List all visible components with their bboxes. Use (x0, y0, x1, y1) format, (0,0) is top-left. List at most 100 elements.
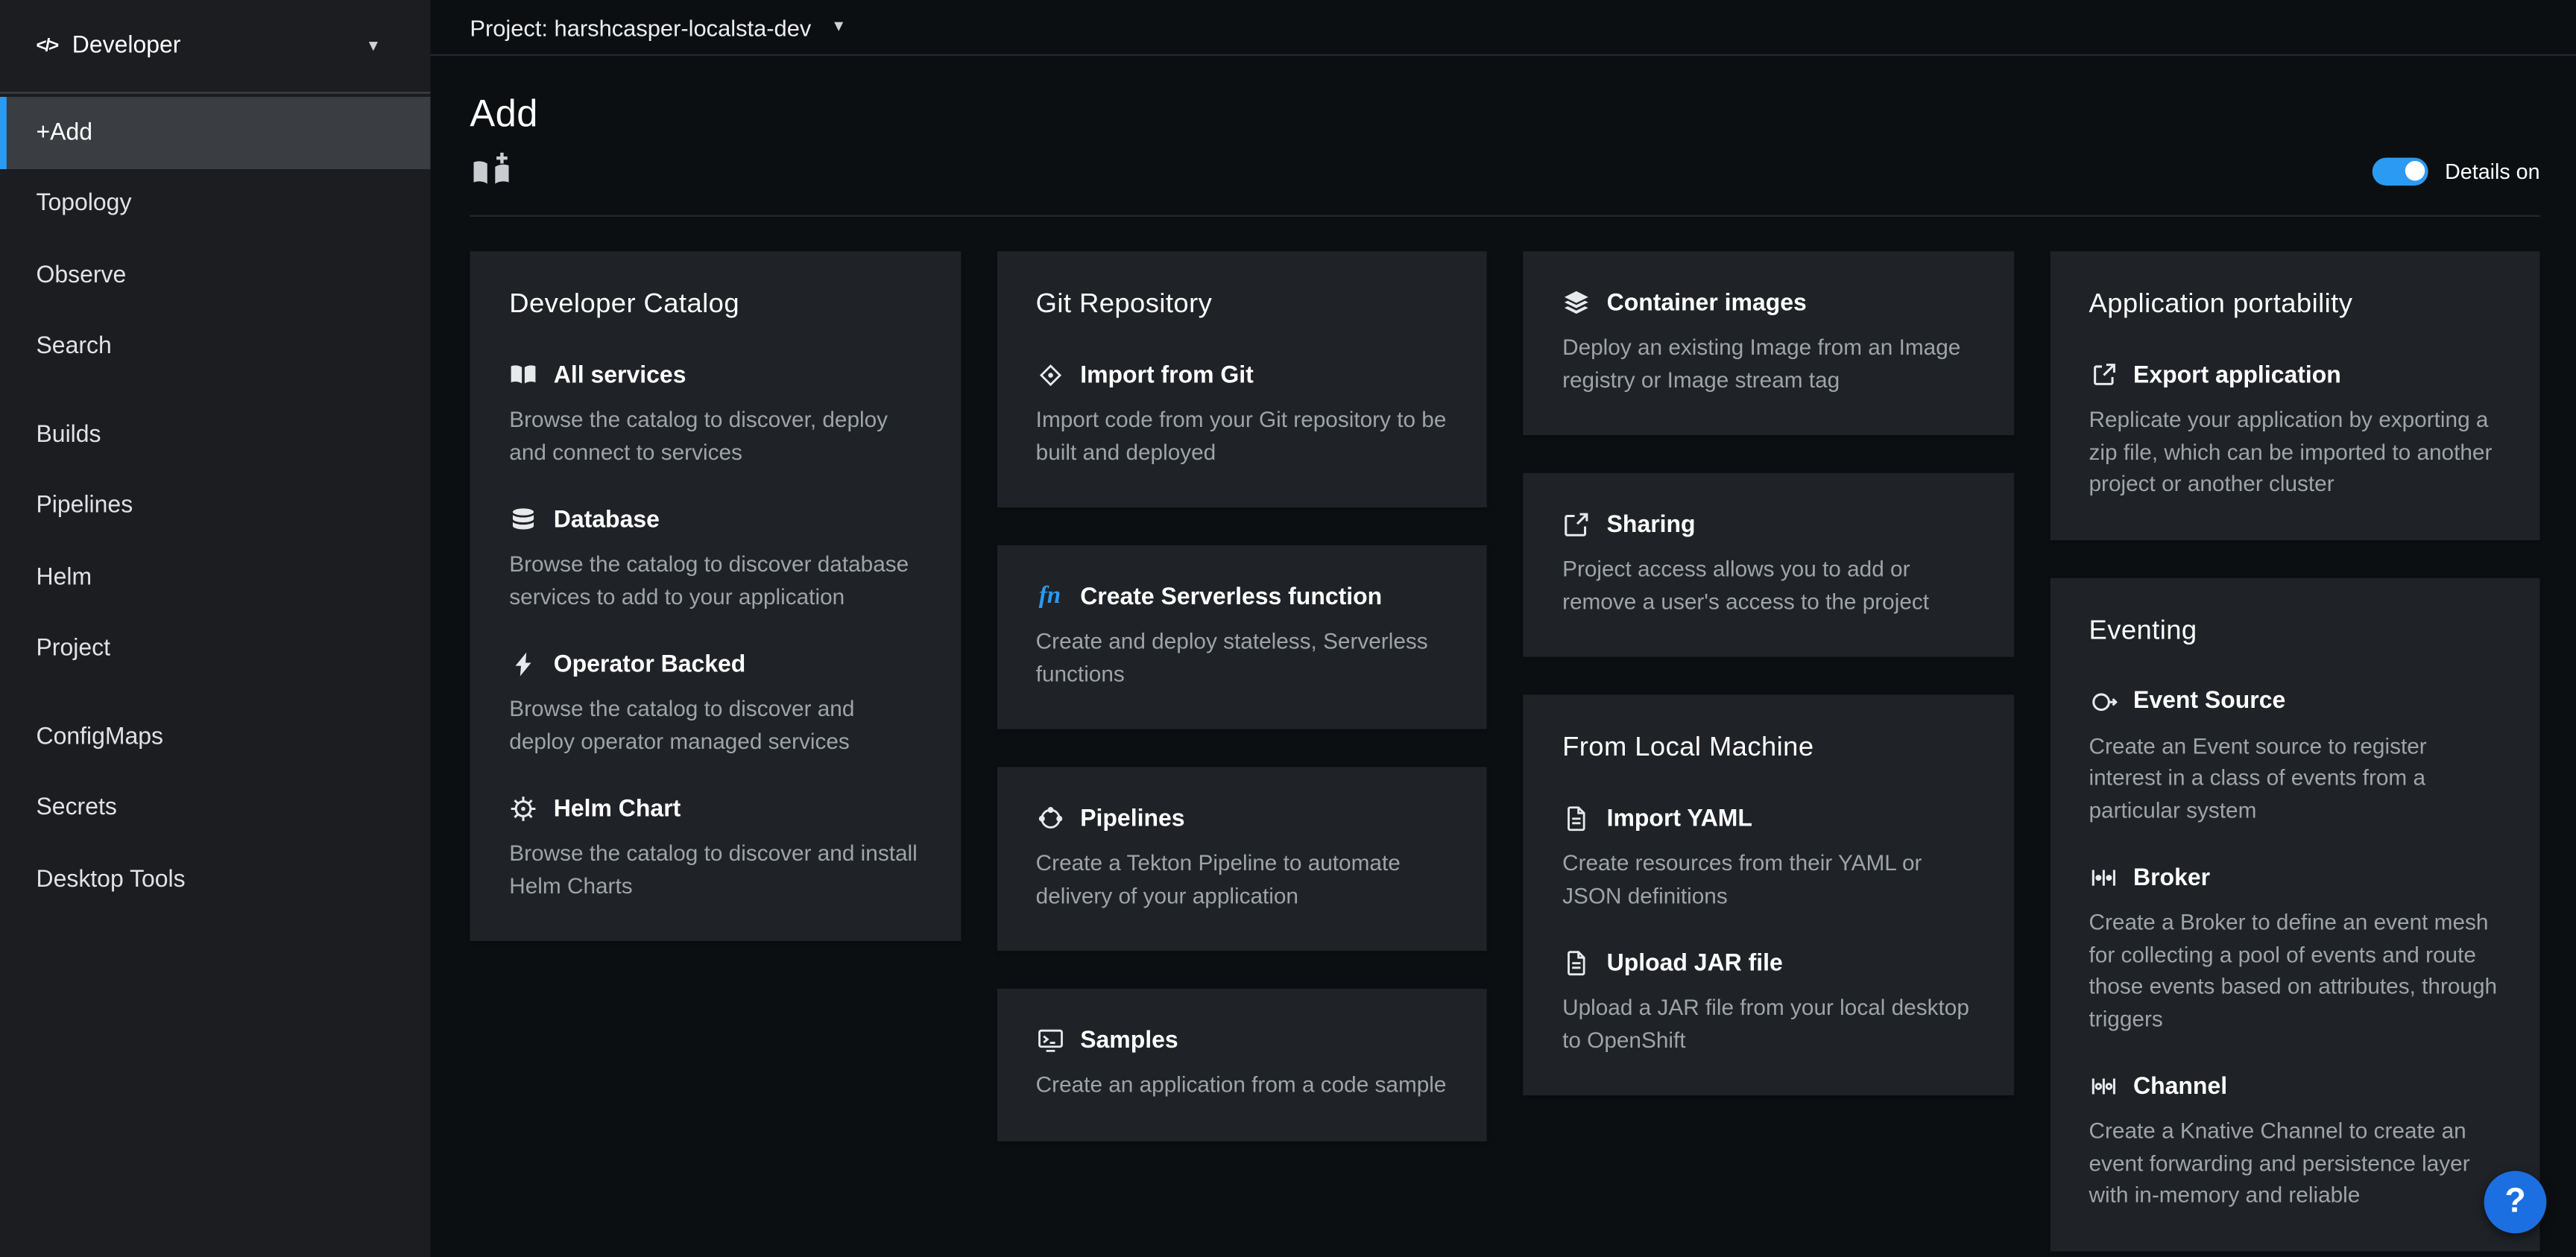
sidebar-item-project[interactable]: Project (0, 613, 430, 685)
helm-icon (509, 795, 537, 823)
card-create-serverless-function: fnCreate Serverless functionCreate and d… (997, 545, 1487, 729)
add-item-label: Samples (1080, 1028, 1178, 1054)
add-item-pipelines[interactable]: Pipelines Create a Tekton Pipeline to aut… (1036, 805, 1448, 911)
sidebar-nav-group: Builds Pipelines Helm Project (0, 399, 430, 686)
add-item-description: Create a Knative Channel to create an ev… (2089, 1115, 2501, 1212)
sidebar-item-label: Search (36, 334, 111, 360)
card-title: From Local Machine (1562, 732, 1974, 764)
quick-starts-book-icon[interactable] (470, 151, 512, 191)
sidebar-item-add[interactable]: +Add (0, 97, 430, 168)
sidebar-nav-group: +Add TopologyObserve Search (0, 97, 430, 383)
add-item-upload-jar-file[interactable]: Upload JAR fileUpload a JAR file from yo… (1562, 949, 1974, 1056)
sidebar-item-label: Secrets (36, 795, 116, 821)
add-item-operator-backed[interactable]: Operator Backed Browse the catalog to dis… (509, 650, 921, 757)
add-item-channel[interactable]: Channel Create a Knative Channel to creat… (2089, 1072, 2501, 1211)
add-item-heading: All services (509, 361, 921, 389)
git-import-icon (1036, 361, 1064, 389)
card-column: Developer CatalogAll servicesBrowse the … (470, 251, 960, 941)
export-icon (2089, 361, 2117, 389)
perspective-label: Developer (72, 33, 181, 59)
card-column: Container images Deploy an existing Image… (1523, 251, 2013, 1095)
sidebar-item-helm[interactable]: Helm (0, 542, 430, 613)
add-item-container-images[interactable]: Container images Deploy an existing Image… (1562, 289, 1974, 396)
pipelines-icon (1036, 805, 1064, 832)
add-item-create-serverless-function[interactable]: fnCreate Serverless functionCreate and d… (1036, 583, 1448, 689)
card-eventing: Eventing Event SourceCreate an Event sour… (2050, 577, 2540, 1251)
add-item-export-application[interactable]: Export applicationReplicate your applica… (2089, 361, 2501, 500)
add-item-database[interactable]: DatabaseBrowse the catalog to discover d… (509, 506, 921, 612)
add-item-broker[interactable]: BrokerCreate a Broker to define an event… (2089, 864, 2501, 1034)
add-item-heading: Operator Backed (509, 650, 921, 678)
card-column: Application portability Export applicatio… (2050, 251, 2540, 1250)
card-title: Application portability (2089, 289, 2501, 320)
add-item-label: Import YAML (1607, 805, 1752, 832)
add-item-description: Browse the catalog to discover, deploy a… (509, 404, 921, 468)
add-item-heading: Sharing (1562, 510, 1974, 538)
add-item-heading: Import from Git (1036, 361, 1448, 389)
file-icon (1562, 949, 1590, 977)
add-item-import-from-git[interactable]: Import from GitImport code from your Git… (1036, 361, 1448, 468)
add-item-heading: Container images (1562, 289, 1974, 317)
sidebar-item-search[interactable]: Search (0, 311, 430, 383)
main-content: Add Details on Developer CatalogAll serv… (430, 56, 2576, 1257)
add-item-description: Create resources from their YAML or JSON… (1562, 847, 1974, 911)
add-item-helm-chart[interactable]: Helm ChartBrowse the catalog to discover… (509, 795, 921, 902)
sidebar-item-secrets[interactable]: Secrets (0, 773, 430, 844)
project-selector[interactable]: Project: harshcasper-localsta-dev ▾ (470, 14, 843, 40)
sidebar-item-topology[interactable]: Topology (0, 168, 430, 240)
add-item-heading: Import YAML (1562, 805, 1974, 832)
add-item-event-source[interactable]: Event SourceCreate an Event source to re… (2089, 687, 2501, 826)
broker-icon (2089, 864, 2117, 891)
sidebar-item-label: ConfigMaps (36, 724, 163, 750)
details-toggle[interactable] (2373, 156, 2428, 184)
card-samples: SamplesCreate an application from a code… (997, 989, 1487, 1141)
layers-icon (1562, 289, 1590, 317)
event-source-icon (2089, 687, 2117, 715)
sidebar: </> Developer ▾ +Add TopologyObserve Searc… (0, 0, 430, 1257)
sidebar-item-label: Builds (36, 422, 101, 448)
serverless-fn-icon: fn (1036, 583, 1064, 610)
add-item-sharing[interactable]: SharingProject access allows you to add … (1562, 510, 1974, 617)
add-item-heading: Channel (2089, 1072, 2501, 1100)
book-icon (509, 361, 537, 389)
project-label: Project: harshcasper-localsta-dev (470, 14, 811, 40)
add-item-description: Deploy an existing Image from an Image r… (1562, 332, 1974, 396)
add-item-heading: Pipelines (1036, 805, 1448, 832)
sidebar-item-label: Desktop Tools (36, 867, 185, 893)
add-item-description: Create and deploy stateless, Serverless … (1036, 626, 1448, 690)
add-item-samples[interactable]: SamplesCreate an application from a code… (1036, 1027, 1448, 1101)
file-icon (1562, 805, 1590, 832)
sidebar-item-label: +Add (36, 119, 92, 145)
add-item-heading: Upload JAR file (1562, 949, 1974, 977)
chevron-down-icon: ▾ (834, 18, 843, 36)
sidebar-item-observe[interactable]: Observe (0, 240, 430, 311)
sidebar-item-desktop-tools[interactable]: Desktop Tools (0, 844, 430, 916)
add-item-description: Create a Tekton Pipeline to automate del… (1036, 847, 1448, 911)
add-item-heading: Database (509, 506, 921, 533)
card-from-local-machine: From Local Machine Import YAML Create reso… (1523, 694, 2013, 1095)
add-item-label: Database (554, 507, 660, 533)
developer-code-icon: </> (36, 36, 57, 55)
add-item-heading: Event Source (2089, 687, 2501, 715)
sidebar-item-label: Helm (36, 565, 92, 591)
sidebar-item-pipelines[interactable]: Pipelines (0, 470, 430, 542)
bolt-icon (509, 650, 537, 678)
add-item-label: Pipelines (1080, 805, 1184, 832)
project-bar: Project: harshcasper-localsta-dev ▾ (430, 0, 2576, 56)
add-item-all-services[interactable]: All services Browse the catalog to discov… (509, 361, 921, 468)
add-item-label: Helm Chart (554, 796, 681, 822)
details-toggle-label: Details on (2445, 159, 2539, 183)
page-title: Add (470, 92, 2539, 136)
sidebar-item-configmaps[interactable]: ConfigMaps (0, 701, 430, 773)
add-item-description: Browse the catalog to discover and deplo… (509, 693, 921, 757)
add-item-description: Create a Broker to define an event mesh … (2089, 907, 2501, 1035)
card-sharing: SharingProject access allows you to add … (1523, 473, 2013, 657)
perspective-switcher[interactable]: </> Developer ▾ (0, 0, 430, 94)
chevron-down-icon: ▾ (369, 37, 378, 55)
card-title: Git Repository (1036, 289, 1448, 320)
help-button[interactable]: ? (2484, 1171, 2547, 1234)
card-developer-catalog: Developer CatalogAll servicesBrowse the … (470, 251, 960, 941)
sidebar-item-builds[interactable]: Builds (0, 399, 430, 471)
card-title: Eventing (2089, 615, 2501, 646)
add-item-import-yaml[interactable]: Import YAML Create resources from their Y… (1562, 805, 1974, 911)
